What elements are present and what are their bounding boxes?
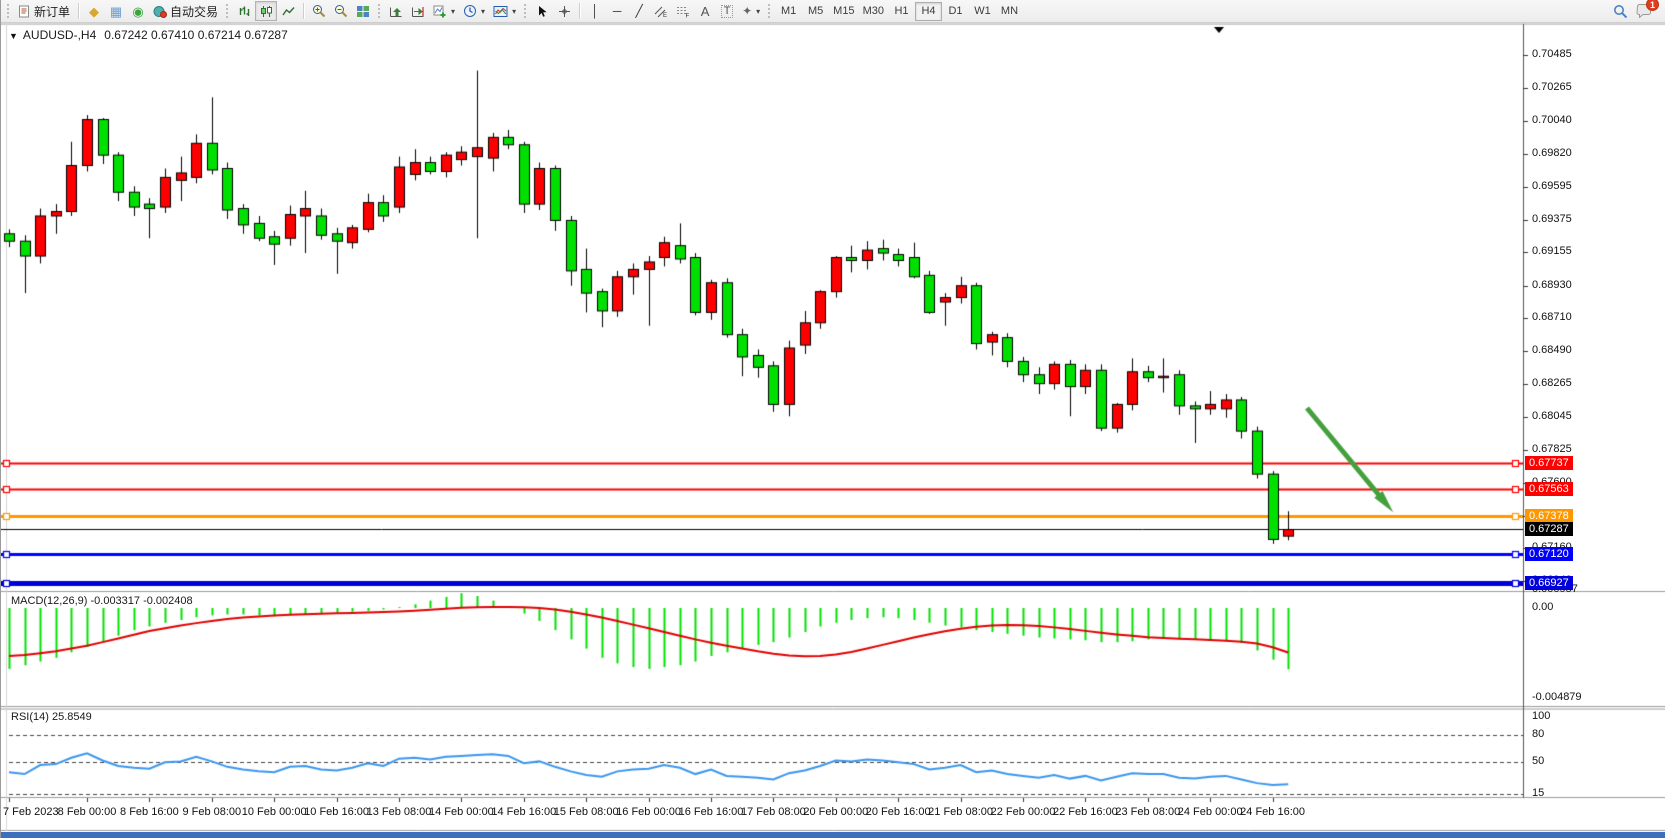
zoom-in-icon [312, 4, 326, 18]
vertical-line-button[interactable]: │ [584, 1, 606, 21]
timeframe-w1-button[interactable]: W1 [969, 2, 996, 21]
line-chart-icon [282, 5, 295, 18]
mt4-terminal-window: 新订单 ◆ ▦ ◉ 自动交易 [0, 0, 1665, 838]
bar-chart-icon [238, 5, 251, 18]
zoom-out-button[interactable] [330, 1, 352, 21]
navigator-button[interactable]: ◉ [127, 1, 149, 21]
main-toolbar: 新订单 ◆ ▦ ◉ 自动交易 [1, 0, 1665, 23]
horizontal-line-icon: ─ [613, 5, 622, 17]
periods-button[interactable]: ▾ [459, 1, 489, 21]
indicators-icon [433, 5, 447, 18]
crosshair-button[interactable] [553, 1, 575, 21]
notifications-button[interactable]: 1 [1632, 1, 1656, 21]
chart-shift-icon [411, 5, 425, 18]
chart-shift-button[interactable] [407, 1, 429, 21]
data-window-icon: ▦ [110, 5, 122, 18]
dropdown-arrow-icon: ▾ [512, 7, 516, 16]
trendline-button[interactable]: ╱ [628, 1, 650, 21]
toolbar-grip[interactable] [377, 3, 382, 19]
cursor-arrow-icon [536, 5, 548, 18]
auto-trading-button[interactable]: 自动交易 [149, 1, 222, 21]
toolbar-grip[interactable] [225, 3, 230, 19]
window-bottom-edge [1, 832, 1665, 838]
timeframe-h1-button[interactable]: H1 [888, 2, 915, 21]
equidistant-channel-icon: E [654, 5, 668, 18]
svg-text:E: E [663, 13, 667, 18]
new-order-icon [18, 5, 31, 18]
equidistant-channel-button[interactable]: E [650, 1, 672, 21]
timeframe-m1-button[interactable]: M1 [775, 2, 802, 21]
data-window-button[interactable]: ▦ [105, 1, 127, 21]
toolbar-separator [303, 3, 304, 19]
navigator-icon: ◉ [132, 5, 143, 18]
toolbar-grip[interactable] [767, 3, 772, 19]
vertical-line-icon: │ [591, 5, 599, 17]
new-order-label: 新订单 [34, 3, 70, 20]
dropdown-arrow-icon: ▾ [756, 7, 760, 16]
toolbar-grip[interactable] [6, 3, 11, 19]
timeframe-group: M1M5M15M30H1H4D1W1MN [775, 2, 1023, 21]
crosshair-icon [558, 5, 571, 18]
tile-windows-button[interactable] [352, 1, 374, 21]
auto-scroll-button[interactable] [385, 1, 407, 21]
horizontal-line-button[interactable]: ─ [606, 1, 628, 21]
notification-count-badge: 1 [1646, 0, 1659, 11]
tile-windows-icon [356, 5, 370, 18]
cursor-button[interactable] [531, 1, 553, 21]
dropdown-arrow-icon: ▾ [451, 7, 455, 16]
timeframe-mn-button[interactable]: MN [996, 2, 1023, 21]
bar-chart-button[interactable] [233, 1, 255, 21]
zoom-in-button[interactable] [308, 1, 330, 21]
auto-trading-label: 自动交易 [170, 3, 218, 20]
fibonacci-button[interactable]: F [672, 1, 694, 21]
auto-scroll-icon [389, 5, 403, 18]
text-label-icon: T [721, 5, 734, 18]
template-icon [493, 5, 508, 18]
auto-trading-icon [153, 5, 167, 18]
timeframe-m5-button[interactable]: M5 [802, 2, 829, 21]
line-chart-button[interactable] [277, 1, 299, 21]
timeframe-d1-button[interactable]: D1 [942, 2, 969, 21]
text-icon: A [701, 5, 710, 18]
timeframe-h4-button[interactable]: H4 [915, 2, 942, 21]
shapes-icon: ✦ [742, 5, 752, 17]
search-icon [1613, 4, 1628, 19]
text-button[interactable]: A [694, 1, 716, 21]
svg-text:F: F [686, 13, 690, 18]
fibonacci-icon: F [676, 5, 690, 18]
timeframe-m30-button[interactable]: M30 [859, 2, 888, 21]
clock-icon [463, 4, 477, 18]
trendline-icon: ╱ [635, 5, 642, 17]
toolbar-separator [579, 3, 580, 19]
search-button[interactable] [1609, 1, 1632, 21]
market-watch-button[interactable]: ◆ [83, 1, 105, 21]
market-watch-icon: ◆ [89, 5, 99, 18]
candlestick-chart-icon [260, 5, 273, 18]
price-chart-canvas[interactable] [1, 0, 1665, 838]
toolbar-separator [78, 3, 79, 19]
new-order-button[interactable]: 新订单 [14, 1, 74, 21]
timeframe-m15-button[interactable]: M15 [829, 2, 858, 21]
templates-button[interactable]: ▾ [489, 1, 520, 21]
toolbar-grip[interactable] [523, 3, 528, 19]
zoom-out-icon [334, 4, 348, 18]
shapes-button[interactable]: ✦ ▾ [738, 1, 764, 21]
indicators-button[interactable]: ▾ [429, 1, 459, 21]
text-label-button[interactable]: T [716, 1, 738, 21]
candlestick-chart-button[interactable] [255, 1, 277, 21]
dropdown-arrow-icon: ▾ [481, 7, 485, 16]
